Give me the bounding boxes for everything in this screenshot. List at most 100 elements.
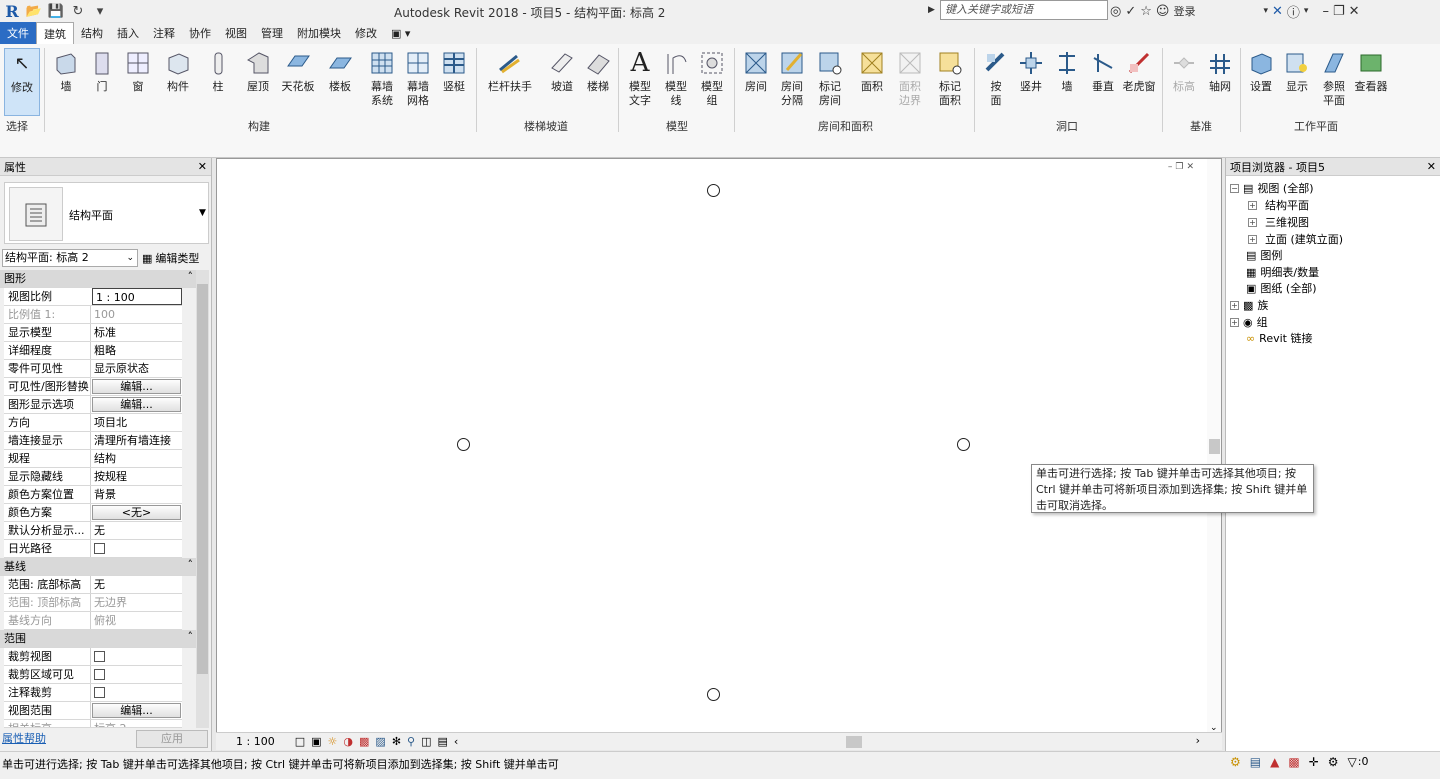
filter-icon[interactable]: ▽ (1348, 755, 1357, 769)
vscroll-thumb[interactable] (1209, 439, 1220, 454)
section-underlay[interactable]: 基线 ˄ (0, 558, 196, 576)
star-icon[interactable]: ☆ (1140, 4, 1152, 19)
tag-area-button[interactable]: 标记 面积 (932, 48, 968, 108)
drag-elements-icon[interactable]: ✛ (1309, 755, 1319, 769)
reveal-hidden-icon[interactable]: ⚲ (407, 735, 415, 748)
browser-item-elevations[interactable]: + 立面 (建筑立面) (1248, 231, 1343, 247)
elevation-marker-south[interactable] (707, 688, 720, 701)
room-button[interactable]: 房间 (738, 48, 774, 94)
detail-level-icon[interactable]: □ (295, 735, 305, 748)
crop-region-icon[interactable]: ▨ (375, 735, 385, 748)
view-range-edit-button[interactable]: 编辑... (92, 703, 181, 718)
temp-hide-icon[interactable]: ✻ (392, 735, 401, 748)
close-icon[interactable]: ✕ (1427, 160, 1436, 173)
open-icon[interactable]: 📂 (24, 1, 44, 21)
close-icon[interactable]: ✕ (1349, 4, 1360, 19)
group-select[interactable]: 选择 (6, 118, 28, 134)
visual-style-icon[interactable]: ▣ (311, 735, 321, 748)
roof-button[interactable]: 屋顶 (240, 48, 276, 94)
tab-manage[interactable]: 管理 (254, 22, 290, 44)
dormer-button[interactable]: 老虎窗 (1121, 48, 1157, 94)
shadows-icon[interactable]: ◑ (343, 735, 353, 748)
save-icon[interactable]: 💾 (46, 1, 66, 21)
edit-button[interactable]: 编辑... (92, 379, 181, 394)
expand-icon[interactable]: + (1248, 217, 1257, 227)
color-scheme-button[interactable]: <无> (92, 505, 181, 520)
select-pinned-icon[interactable]: ▲ (1270, 755, 1279, 769)
x-exchange-icon[interactable]: ✕ (1272, 4, 1283, 19)
tab-file[interactable]: 文件 (0, 22, 36, 44)
set-workplane-button[interactable]: 设置 (1243, 48, 1279, 94)
revit-logo-icon[interactable]: R (2, 1, 22, 21)
room-separator-button[interactable]: 房间 分隔 (774, 48, 810, 108)
elevation-marker-north[interactable] (707, 184, 720, 197)
exchange-icon[interactable]: ✓ (1125, 4, 1136, 19)
settings-icon[interactable]: ⚙ (1328, 755, 1339, 769)
browser-item-sheets[interactable]: ▣ 图纸 (全部) (1246, 280, 1317, 296)
prop-value[interactable]: 清理所有墙连接 (90, 432, 182, 449)
elevation-marker-west[interactable] (457, 438, 470, 451)
component-button[interactable]: 构件 (160, 48, 196, 94)
chevron-down-icon[interactable]: ⌄ (126, 250, 134, 266)
tab-annotate[interactable]: 注释 (146, 22, 182, 44)
browser-item-groups[interactable]: + ◉ 组 (1230, 314, 1268, 330)
viewer-button[interactable]: 查看器 (1354, 48, 1388, 94)
apply-button[interactable]: 应用 (136, 730, 208, 748)
collapse-icon[interactable]: ˄ (86, 630, 196, 647)
scrollbar-thumb[interactable] (197, 284, 208, 674)
vertical-opening-button[interactable]: 垂直 (1085, 48, 1121, 94)
collapse-icon[interactable]: ˄ (86, 270, 196, 287)
prop-value[interactable]: 背景 (90, 486, 182, 503)
user-icon[interactable]: ☺ (1156, 4, 1170, 19)
edit-button[interactable]: 编辑... (92, 397, 181, 412)
sync-icon[interactable]: ↻ (68, 1, 88, 21)
model-group-button[interactable]: 模型组 (694, 48, 730, 108)
tag-room-button[interactable]: 标记 房间 (812, 48, 848, 108)
expand-icon[interactable]: + (1248, 200, 1257, 210)
ceiling-button[interactable]: 天花板 (280, 48, 316, 94)
select-links-icon[interactable]: ⚙ (1230, 755, 1241, 769)
mullion-button[interactable]: 竖梃 (436, 48, 472, 94)
prop-value[interactable]: 结构 (90, 450, 182, 467)
dropdown-icon[interactable]: ▾ (1263, 6, 1268, 16)
area-boundary-button[interactable]: 面积 边界 (892, 48, 928, 108)
chevron-right-icon[interactable]: › (1196, 734, 1200, 747)
browser-item-3d-views[interactable]: + 三维视图 (1248, 214, 1309, 230)
drawing-canvas[interactable]: –❐✕ ⌄ (216, 158, 1222, 750)
browser-item-revit-links[interactable]: ∞ Revit 链接 (1246, 330, 1312, 346)
tab-view[interactable]: 视图 (218, 22, 254, 44)
login-button[interactable]: 登录 (1173, 3, 1195, 19)
by-face-button[interactable]: 按面 (978, 48, 1014, 108)
tab-insert[interactable]: 插入 (110, 22, 146, 44)
area-button[interactable]: 面积 (854, 48, 890, 94)
browser-item-views[interactable]: − ▤ 视图 (全部) (1230, 180, 1314, 196)
instance-selector[interactable]: 结构平面: 标高 2 ⌄ (2, 249, 138, 267)
collapse-icon[interactable]: − (1230, 183, 1239, 193)
tab-addins[interactable]: 附加模块 (290, 22, 348, 44)
search-input[interactable]: 键入关键字或短语 (940, 0, 1108, 20)
collapse-icon[interactable]: ˄ (86, 558, 196, 575)
crop-region-visible-checkbox[interactable] (94, 669, 105, 680)
tab-options-dropdown[interactable]: ▣ ▾ (384, 22, 417, 44)
canvas-vscrollbar[interactable]: ⌄ (1207, 159, 1221, 733)
prop-value[interactable]: 粗略 (90, 342, 182, 359)
grid-button[interactable]: 轴网 (1202, 48, 1238, 94)
crop-view-icon[interactable]: ▩ (359, 735, 369, 748)
tab-structure[interactable]: 结构 (74, 22, 110, 44)
hscroll-thumb[interactable] (846, 736, 862, 748)
dropdown-icon[interactable]: ▾ (1304, 6, 1309, 16)
section-graphics[interactable]: 图形 ˄ (0, 270, 196, 288)
browser-item-legends[interactable]: ▤ 图例 (1246, 247, 1282, 263)
restore-icon[interactable]: ❐ (1333, 4, 1345, 19)
binoculars-icon[interactable]: ◎ (1110, 4, 1121, 19)
prop-value[interactable]: 显示原状态 (90, 360, 182, 377)
sun-path-icon[interactable]: ☼ (328, 735, 338, 748)
dropdown-icon[interactable]: ▾ (90, 1, 110, 21)
view-scale[interactable]: 1 : 100 (236, 735, 275, 748)
select-underlay-icon[interactable]: ▤ (1250, 755, 1261, 769)
view-window-controls[interactable]: –❐✕ (1168, 162, 1197, 172)
select-by-face-icon[interactable]: ▩ (1288, 755, 1299, 769)
stair-button[interactable]: 楼梯 (580, 48, 616, 94)
modify-button[interactable]: ↖ 修改 (4, 48, 40, 116)
browser-item-schedules[interactable]: ▦ 明细表/数量 (1246, 264, 1319, 280)
